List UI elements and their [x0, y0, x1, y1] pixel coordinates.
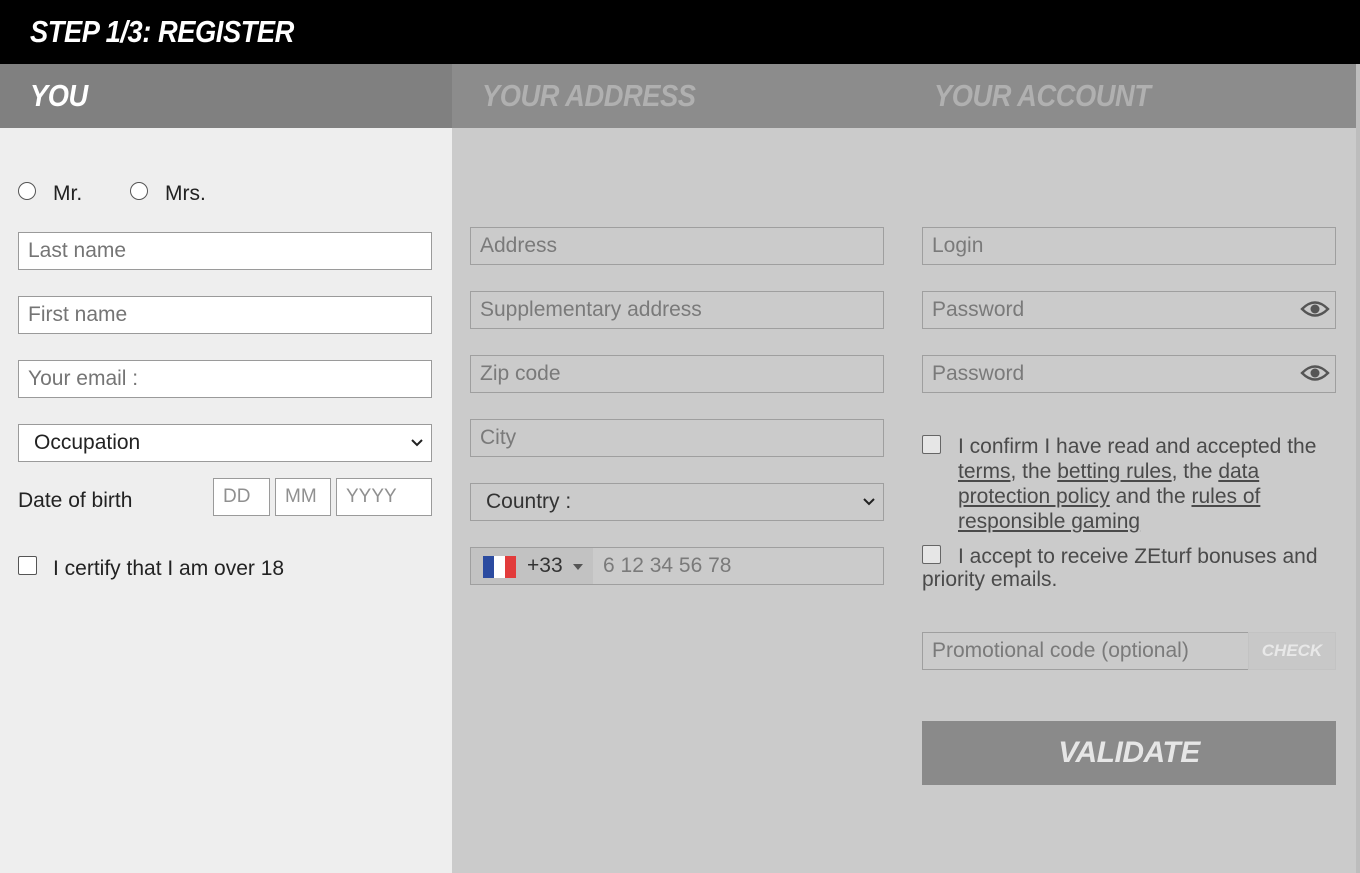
supplementary-address-input[interactable]: [470, 291, 884, 329]
over-18-label: I certify that I am over 18: [53, 557, 285, 580]
dob-label: Date of birth: [18, 489, 133, 512]
occupation-select[interactable]: Occupation: [18, 424, 432, 462]
terms-text: and the: [1109, 485, 1192, 508]
dob-month-input[interactable]: [275, 478, 331, 516]
eye-icon[interactable]: [1300, 362, 1330, 384]
dial-code: +33: [527, 554, 563, 577]
dob-year-input[interactable]: [336, 478, 432, 516]
password-field: [922, 291, 1336, 329]
first-name-input[interactable]: [18, 296, 432, 334]
chevron-down-icon: [411, 439, 423, 447]
over-18-checkbox[interactable]: [18, 556, 37, 575]
last-name-input[interactable]: [18, 232, 432, 270]
betting-rules-link[interactable]: betting rules: [1057, 460, 1171, 483]
france-flag-icon: [483, 556, 516, 578]
terms-text: , the: [1010, 460, 1058, 483]
country-select[interactable]: Country :: [470, 483, 884, 521]
email-input[interactable]: [18, 360, 432, 398]
zip-code-input[interactable]: [470, 355, 884, 393]
check-promo-button[interactable]: CHECK: [1248, 632, 1336, 670]
login-input[interactable]: [922, 227, 1336, 265]
tab-your-account[interactable]: YOUR ACCOUNT: [904, 64, 1356, 128]
caret-down-icon: [573, 564, 583, 570]
country-code-picker[interactable]: +33: [471, 548, 593, 584]
country-value: Country :: [486, 490, 572, 513]
password-confirm-field: [922, 355, 1336, 393]
mrs-radio[interactable]: [130, 182, 148, 200]
terms-text: I confirm I have read and accepted the: [958, 435, 1317, 458]
tab-address-label: YOUR ADDRESS: [482, 78, 696, 113]
terms-text: , the: [1171, 460, 1219, 483]
city-input[interactable]: [470, 419, 884, 457]
address-section: Country : +33: [452, 128, 904, 873]
address-input[interactable]: [470, 227, 884, 265]
chevron-down-icon: [863, 498, 875, 506]
account-section: I confirm I have read and accepted the t…: [904, 128, 1356, 873]
phone-input[interactable]: [593, 548, 883, 584]
bonus-label: I accept to receive ZEturf bonuses and p…: [922, 545, 1318, 591]
terms-link[interactable]: terms: [958, 460, 1011, 483]
scrollbar-track[interactable]: [1356, 64, 1360, 873]
mr-radio[interactable]: [18, 182, 36, 200]
step-tabs: YOU YOUR ADDRESS YOUR ACCOUNT: [0, 64, 1356, 140]
page-title: STEP 1/3: REGISTER: [30, 14, 294, 49]
eye-icon[interactable]: [1300, 298, 1330, 320]
terms-label: I confirm I have read and accepted the t…: [958, 434, 1328, 534]
mr-label: Mr.: [53, 182, 83, 205]
tab-account-label: YOUR ACCOUNT: [934, 78, 1151, 113]
tab-your-address[interactable]: YOUR ADDRESS: [452, 64, 904, 128]
header-bar: STEP 1/3: REGISTER: [0, 0, 1360, 64]
occupation-value: Occupation: [34, 431, 141, 454]
you-section: Mr. Mrs. Occupation Date of birth I cert…: [0, 128, 452, 873]
password-input[interactable]: [922, 291, 1336, 329]
validate-button[interactable]: VALIDATE: [922, 721, 1336, 785]
dob-day-input[interactable]: [213, 478, 270, 516]
promo-code-input[interactable]: [922, 632, 1249, 670]
tab-you[interactable]: YOU: [0, 64, 452, 140]
terms-checkbox[interactable]: [922, 435, 941, 454]
mrs-label: Mrs.: [165, 182, 206, 205]
tab-you-label: YOU: [30, 78, 88, 113]
password-confirm-input[interactable]: [922, 355, 1336, 393]
phone-field: +33: [470, 547, 884, 585]
